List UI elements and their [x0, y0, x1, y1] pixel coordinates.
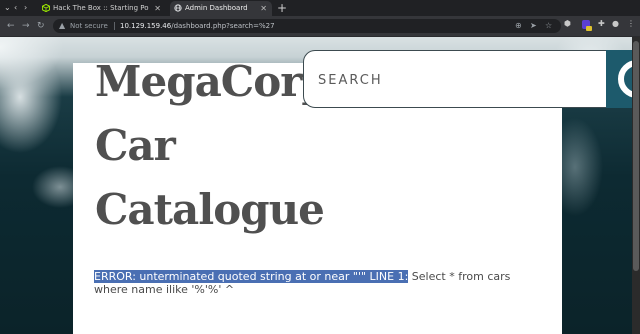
- browser-toolbar: ← → ↻ ▲ Not secure 10.129.159.46/dashboa…: [0, 16, 640, 36]
- profile-avatar-icon[interactable]: ●: [612, 18, 619, 30]
- url-path: /dashboard.php?search=%27: [171, 22, 275, 30]
- zoom-icon[interactable]: ⊕: [515, 20, 522, 32]
- security-label[interactable]: Not secure: [70, 19, 108, 33]
- reload-icon[interactable]: ↻: [37, 19, 45, 33]
- divider: [114, 22, 115, 30]
- search-form: [303, 50, 613, 108]
- share-icon[interactable]: ➤: [530, 20, 537, 32]
- scrollbar[interactable]: [632, 37, 640, 334]
- forward-icon[interactable]: →: [22, 19, 30, 33]
- close-tab-icon[interactable]: ✕: [260, 1, 267, 16]
- extensions-puzzle-icon[interactable]: ✚: [598, 18, 605, 30]
- bookmark-star-icon[interactable]: ☆: [545, 20, 552, 32]
- tab-strip: ⌄ ‹ › Hack The Box :: Starting Po ✕ Admi…: [0, 0, 640, 16]
- close-tab-icon[interactable]: ✕: [154, 1, 161, 16]
- back-icon[interactable]: ←: [7, 19, 15, 33]
- menu-kebab-icon[interactable]: ⋮: [627, 18, 635, 30]
- scroll-right-icon[interactable]: ›: [24, 2, 27, 14]
- tab-search-icon[interactable]: ⌄: [4, 2, 11, 14]
- search-input[interactable]: [316, 69, 600, 91]
- tab-label: Hack The Box :: Starting Po: [53, 4, 149, 12]
- hackthebox-cube-icon: [42, 4, 50, 12]
- page-title: MegaCorp Car Catalogue: [95, 57, 331, 234]
- scrollbar-thumb[interactable]: [633, 41, 639, 271]
- not-secure-warning-icon[interactable]: ▲: [59, 20, 65, 32]
- address-bar[interactable]: ▲ Not secure 10.129.159.46/dashboard.php…: [53, 19, 561, 33]
- scroll-left-icon[interactable]: ‹: [14, 2, 17, 14]
- extension-shield-icon[interactable]: ⬢: [564, 18, 571, 30]
- url-host: 10.129.159.46: [120, 22, 172, 30]
- sql-error-message: ERROR: unterminated quoted string at or …: [94, 270, 546, 296]
- tab-label: Admin Dashboard: [185, 4, 248, 12]
- globe-icon: [174, 4, 182, 12]
- new-tab-button[interactable]: +: [277, 0, 287, 16]
- extension-badge: [586, 26, 592, 31]
- tab-admin-dashboard[interactable]: Admin Dashboard ✕: [170, 1, 272, 16]
- url-text[interactable]: 10.129.159.46/dashboard.php?search=%27: [120, 19, 275, 33]
- selected-error-text: ERROR: unterminated quoted string at or …: [94, 270, 409, 283]
- tab-hackthebox[interactable]: Hack The Box :: Starting Po ✕: [38, 1, 166, 16]
